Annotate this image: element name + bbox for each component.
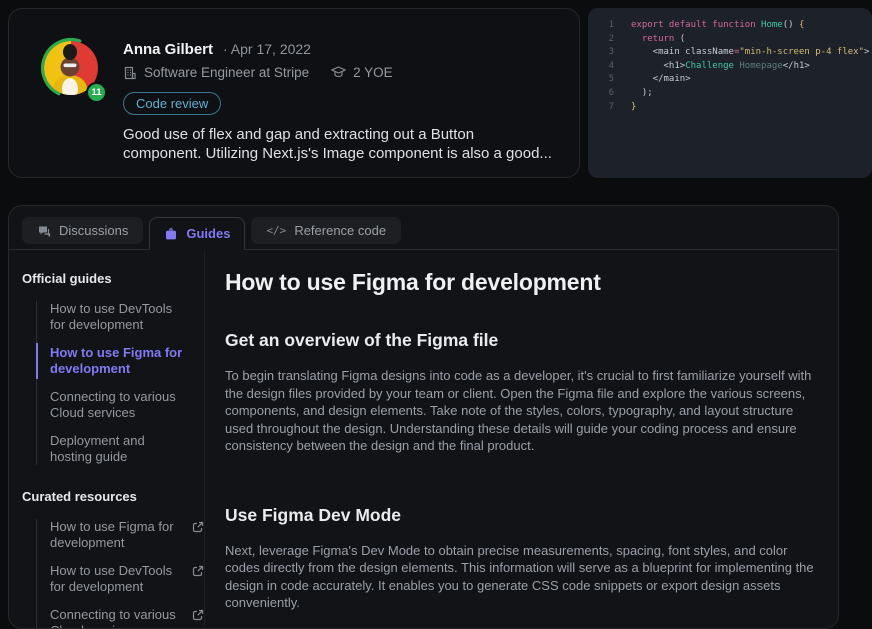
section-body: Next, leverage Figma's Dev Mode to obtai… — [225, 542, 823, 612]
article-section: Use Figma Dev Mode Next, leverage Figma'… — [225, 505, 823, 612]
graduation-cap-icon — [331, 65, 346, 80]
tab-bar: Discussions Guides </> Reference code — [9, 206, 838, 250]
line-number: 3 — [588, 46, 614, 60]
building-icon — [123, 66, 137, 80]
code-line: 1export default function Home() { — [588, 19, 872, 33]
tab-label: Reference code — [294, 223, 386, 238]
code-line: 2 return ( — [588, 33, 872, 47]
guides-panel: Discussions Guides </> Reference code Of… — [8, 205, 839, 629]
tab-guides[interactable]: Guides — [149, 217, 245, 250]
sidebar-list: How to use DevTools for development How … — [36, 301, 204, 465]
avatar: 11 — [39, 37, 103, 101]
code-icon: </> — [266, 224, 286, 237]
section-heading: Use Figma Dev Mode — [225, 505, 823, 526]
comment-date: · Apr 17, 2022 — [223, 41, 311, 57]
author-name[interactable]: Anna Gilbert — [123, 41, 213, 58]
section-body: To begin translating Figma designs into … — [225, 367, 823, 455]
sidebar-item-label: Deployment and hosting guide — [50, 433, 186, 465]
sidebar-item-label: Connecting to various Cloud services — [50, 607, 184, 629]
article-title: How to use Figma for development — [225, 269, 823, 296]
external-link-icon[interactable] — [192, 521, 204, 551]
line-number: 6 — [588, 87, 614, 101]
sidebar-list: How to use Figma for development How to … — [36, 519, 204, 629]
code-line: 7} — [588, 101, 872, 115]
chat-icon — [37, 224, 51, 238]
guides-sidebar: Official guides How to use DevTools for … — [9, 250, 205, 629]
sidebar-section-title: Official guides — [22, 271, 204, 286]
sidebar-section-title: Curated resources — [22, 489, 204, 504]
book-icon — [164, 227, 178, 241]
tab-discussions[interactable]: Discussions — [22, 217, 143, 244]
tab-reference-code[interactable]: </> Reference code — [251, 217, 401, 244]
code-line: 3 <main className="min-h-screen p-4 flex… — [588, 46, 872, 60]
reputation-badge: 11 — [86, 82, 107, 103]
sidebar-item-connecting-to-various-cloud-se[interactable]: Connecting to various Cloud services — [50, 389, 204, 421]
line-number: 5 — [588, 73, 614, 87]
tab-label: Guides — [186, 226, 230, 241]
sidebar-item-how-to-use-devtools-for-develo[interactable]: How to use DevTools for development — [50, 301, 204, 333]
article-section: Get an overview of the Figma file To beg… — [225, 330, 823, 455]
code-review-tag: Code review — [123, 92, 221, 115]
sidebar-item-deployment-and-hosting-guide[interactable]: Deployment and hosting guide — [50, 433, 204, 465]
external-link-icon[interactable] — [192, 565, 204, 595]
sidebar-item-label: How to use Figma for development — [50, 519, 184, 551]
sidebar-item-how-to-use-figma-for-developme[interactable]: How to use Figma for development — [50, 519, 204, 551]
sidebar-item-label: How to use DevTools for development — [50, 301, 186, 333]
line-number: 2 — [588, 33, 614, 47]
sidebar-item-label: How to use DevTools for development — [50, 563, 184, 595]
line-number: 1 — [588, 19, 614, 33]
external-link-icon[interactable] — [192, 609, 204, 629]
sidebar-item-how-to-use-figma-for-developme[interactable]: How to use Figma for development — [50, 345, 204, 377]
tab-label: Discussions — [59, 223, 128, 238]
line-number: 4 — [588, 60, 614, 74]
code-line: 5 </main> — [588, 73, 872, 87]
sidebar-item-connecting-to-various-cloud-se[interactable]: Connecting to various Cloud services — [50, 607, 204, 629]
code-line: 6 ); — [588, 87, 872, 101]
comment-card: 11 Anna Gilbert · Apr 17, 2022 Software … — [8, 8, 580, 178]
author-role: Software Engineer at Stripe — [144, 65, 309, 80]
line-number: 7 — [588, 101, 614, 115]
comment-text: Good use of flex and gap and extracting … — [123, 125, 578, 163]
sidebar-item-label: How to use Figma for development — [50, 345, 186, 377]
code-editor: 1export default function Home() {2 retur… — [588, 8, 872, 178]
code-line: 4 <h1>Challenge Homepage</h1> — [588, 60, 872, 74]
sidebar-item-label: Connecting to various Cloud services — [50, 389, 186, 421]
years-of-experience: 2 YOE — [353, 65, 393, 80]
sidebar-item-how-to-use-devtools-for-develo[interactable]: How to use DevTools for development — [50, 563, 204, 595]
article: How to use Figma for development Get an … — [205, 250, 838, 629]
section-heading: Get an overview of the Figma file — [225, 330, 823, 351]
